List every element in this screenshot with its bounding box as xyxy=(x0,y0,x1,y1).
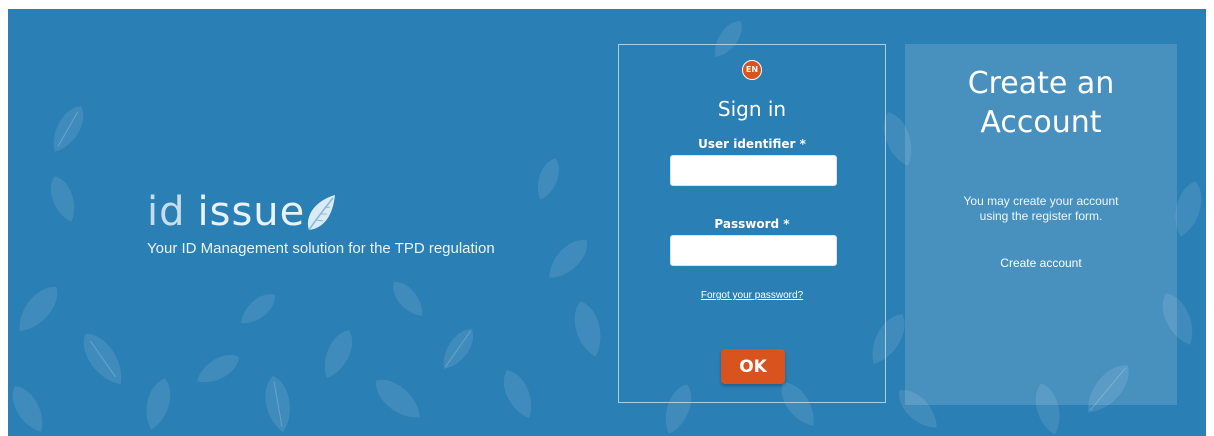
user-identifier-input[interactable] xyxy=(670,155,837,186)
password-input[interactable] xyxy=(670,235,837,266)
create-account-panel: Create an Account You may create your ac… xyxy=(905,44,1177,405)
signin-panel: EN Sign in User identifier * Password * … xyxy=(618,44,886,403)
brand-name-prefix: id xyxy=(147,189,186,235)
login-page-background: id issue Your ID Management solution for… xyxy=(8,9,1206,436)
create-account-link[interactable]: Create account xyxy=(905,256,1177,270)
brand-block: id issue Your ID Management solution for… xyxy=(147,192,495,257)
language-switcher[interactable]: EN xyxy=(742,60,762,80)
brand-name-suffix: issue xyxy=(197,189,306,235)
signin-title: Sign in xyxy=(717,97,787,121)
create-account-title: Create an Account xyxy=(967,66,1115,140)
forgot-password-link[interactable]: Forgot your password? xyxy=(619,290,885,301)
leaf-icon xyxy=(308,195,336,231)
user-identifier-label: User identifier * xyxy=(698,137,806,151)
ok-button[interactable]: OK xyxy=(721,349,785,384)
create-account-description: You may create your account using the re… xyxy=(963,194,1119,223)
brand-logo: id issue xyxy=(147,192,495,232)
brand-tagline: Your ID Management solution for the TPD … xyxy=(147,240,495,257)
password-label: Password * xyxy=(714,217,790,231)
